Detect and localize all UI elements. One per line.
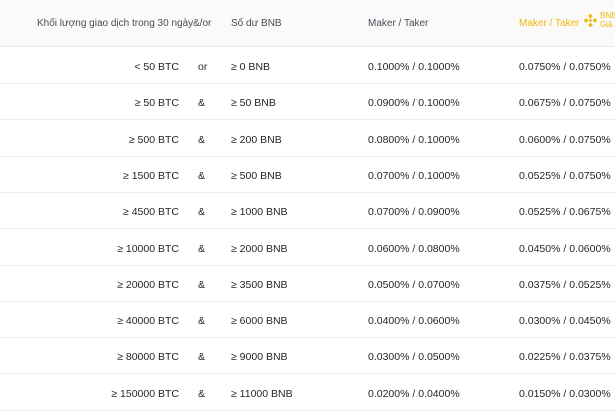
operator: or	[198, 61, 208, 73]
operator: &	[198, 206, 206, 219]
bnb-threshold: ≥ 1000 BNB	[231, 206, 288, 219]
maker-taker-rate: 0.0600% / 0.0800%	[368, 242, 460, 255]
table-row: ≥ 500 BTC & ≥ 200 BNB 0.0800% / 0.1000% 0.06…	[0, 120, 615, 157]
bnb-label: BNB	[600, 11, 615, 20]
bnb-threshold: ≥ 200 BNB	[231, 133, 282, 146]
operator: &	[198, 133, 206, 146]
maker-taker-bnb-rate: 0.0525% / 0.0675%	[519, 206, 611, 219]
btc-threshold: ≥ 40000 BTC	[117, 315, 179, 328]
table-row: ≥ 20000 BTC & ≥ 3500 BNB 0.0500% / 0.0700% 0…	[0, 265, 615, 302]
operator: &	[198, 242, 206, 255]
maker-taker-rate: 0.0700% / 0.0900%	[368, 206, 460, 219]
header-bnb-balance: Số dư BNB	[231, 18, 282, 29]
bnb-threshold: ≥ 0 BNB	[231, 61, 271, 73]
table-row: ≥ 40000 BTC & ≥ 6000 BNB 0.0400% / 0.0600% 0…	[0, 301, 615, 339]
btc-threshold: ≥ 150000 BTC	[111, 387, 179, 400]
btc-threshold: ≥ 500 BTC	[128, 133, 179, 146]
maker-taker-rate: 0.0900% / 0.1000%	[368, 97, 460, 110]
table-row: ≥ 80000 BTC & ≥ 9000 BNB 0.0300% / 0.0500% 0…	[0, 337, 615, 375]
bnb-logo-icon	[584, 14, 597, 27]
btc-threshold: ≥ 80000 BTC	[117, 351, 179, 364]
maker-taker-bnb-rate: 0.0600% / 0.0750%	[519, 133, 611, 146]
btc-threshold: ≥ 50 BTC	[134, 97, 179, 110]
bnb-discount-label: BNB Giả	[600, 11, 615, 29]
bnb-threshold: ≥ 50 BNB	[231, 97, 276, 110]
maker-taker-bnb-rate: 0.0225% / 0.0375%	[519, 351, 611, 364]
bnb-threshold: ≥ 500 BNB	[231, 169, 282, 182]
maker-taker-bnb-rate: 0.0150% / 0.0300%	[519, 387, 611, 400]
bnb-threshold: ≥ 3500 BNB	[231, 278, 288, 291]
btc-threshold: ≥ 4500 BTC	[123, 206, 179, 219]
operator: &	[198, 169, 206, 182]
maker-taker-bnb-rate: 0.0525% / 0.0750%	[519, 169, 611, 182]
maker-taker-bnb-rate: 0.0300% / 0.0450%	[519, 315, 611, 328]
header-volume: Khối lượng giao dịch trong 30 ngày	[37, 18, 194, 29]
table-header: Khối lượng giao dịch trong 30 ngày &/or …	[0, 0, 615, 47]
maker-taker-bnb-rate: 0.0375% / 0.0525%	[519, 278, 611, 291]
table-row: ≥ 50 BTC & ≥ 50 BNB 0.0900% / 0.1000% 0.0675…	[0, 83, 615, 121]
maker-taker-rate: 0.0800% / 0.1000%	[368, 133, 460, 146]
table-row: ≥ 10000 BTC & ≥ 2000 BNB 0.0600% / 0.0800% 0…	[0, 229, 615, 266]
maker-taker-rate: 0.0300% / 0.0500%	[368, 351, 460, 364]
operator: &	[198, 351, 206, 364]
maker-taker-rate: 0.0700% / 0.1000%	[368, 169, 460, 182]
table-row: ≥ 4500 BTC & ≥ 1000 BNB 0.0700% / 0.0900% 0.…	[0, 192, 615, 230]
bnb-threshold: ≥ 11000 BNB	[231, 387, 293, 400]
operator: &	[198, 315, 206, 328]
header-maker-taker: Maker / Taker	[368, 18, 429, 29]
maker-taker-bnb-rate: 0.0450% / 0.0600%	[519, 242, 611, 255]
operator: &	[198, 387, 206, 400]
fee-rate-table: Khối lượng giao dịch trong 30 ngày &/or …	[0, 0, 615, 411]
maker-taker-rate: 0.0200% / 0.0400%	[368, 387, 460, 400]
btc-threshold: ≥ 20000 BTC	[117, 278, 179, 291]
discount-label: Giả	[600, 20, 613, 29]
maker-taker-rate: 0.0500% / 0.0700%	[368, 278, 460, 291]
maker-taker-rate: 0.1000% / 0.1000%	[368, 61, 460, 73]
header-maker-taker-bnb: Maker / Taker	[519, 18, 580, 29]
btc-threshold: < 50 BTC	[134, 61, 179, 73]
header-and-or: &/or	[193, 18, 212, 29]
operator: &	[198, 97, 206, 110]
bnb-threshold: ≥ 2000 BNB	[231, 242, 288, 255]
maker-taker-bnb-rate: 0.0750% / 0.0750%	[519, 61, 611, 73]
table-row: ≥ 1500 BTC & ≥ 500 BNB 0.0700% / 0.1000% 0.0…	[0, 156, 615, 193]
maker-taker-bnb-rate: 0.0675% / 0.0750%	[519, 97, 611, 110]
btc-threshold: ≥ 1500 BTC	[123, 169, 179, 182]
maker-taker-rate: 0.0400% / 0.0600%	[368, 315, 460, 328]
btc-threshold: ≥ 10000 BTC	[117, 242, 179, 255]
table-row: < 50 BTC or ≥ 0 BNB 0.1000% / 0.1000% 0.0750…	[0, 47, 615, 84]
operator: &	[198, 278, 206, 291]
table-row: ≥ 150000 BTC & ≥ 11000 BNB 0.0200% / 0.0400…	[0, 374, 615, 411]
bnb-threshold: ≥ 9000 BNB	[231, 351, 288, 364]
bnb-threshold: ≥ 6000 BNB	[231, 315, 288, 328]
